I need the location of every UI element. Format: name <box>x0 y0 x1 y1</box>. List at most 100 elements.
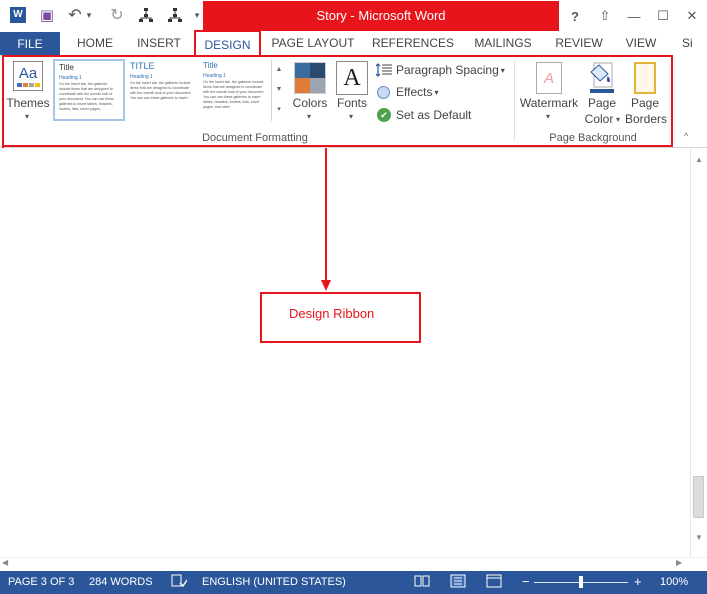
group-label-page-background: Page Background <box>549 132 637 144</box>
word-window: W ▣ ↶ ▾ ↻ ▾ Story - Microsoft Word ? ⇧ —… <box>0 0 707 594</box>
fonts-dropdown-icon[interactable]: ▾ <box>349 112 353 121</box>
ribbon-tabs: FILE HOME INSERT DESIGN PAGE LAYOUT REFE… <box>0 30 707 56</box>
themes-label[interactable]: Themes <box>6 96 50 110</box>
paragraph-spacing-dropdown-icon: ▾ <box>500 65 505 75</box>
style-set-heading: Heading 1 <box>59 75 82 81</box>
color-swatch <box>295 78 310 93</box>
minimize-icon[interactable]: — <box>621 5 647 27</box>
group-separator <box>514 61 515 141</box>
tab-references[interactable]: REFERENCES <box>370 32 456 54</box>
page-borders-label-2[interactable]: Borders <box>624 112 668 126</box>
maximize-icon[interactable]: ☐ <box>650 5 676 27</box>
web-layout-icon[interactable] <box>486 574 502 591</box>
effects-dropdown-icon: ▾ <box>434 87 439 97</box>
collapse-ribbon-icon[interactable]: ^ <box>684 131 688 141</box>
style-set-body: On the Insert tab, the galleries include… <box>59 82 115 111</box>
page-color-dropdown-icon[interactable]: ▾ <box>616 115 620 124</box>
effects-button[interactable]: Effects ▾ <box>376 82 438 102</box>
watermark-icon[interactable]: A <box>536 62 562 94</box>
themes-icon[interactable]: Aa <box>13 61 43 91</box>
paragraph-spacing-label: Paragraph Spacing <box>396 63 499 77</box>
tab-home[interactable]: HOME <box>68 32 122 54</box>
color-swatch <box>310 78 325 93</box>
sign-in-link[interactable]: Si <box>682 32 707 54</box>
watermark-label[interactable]: Watermark <box>518 96 580 110</box>
group-label-document-formatting: Document Formatting <box>202 132 308 144</box>
org-chart-icon[interactable] <box>137 6 155 24</box>
color-swatch <box>310 63 325 78</box>
vertical-scrollbar[interactable]: ▲ ▼ <box>690 148 707 557</box>
theme-swatch <box>23 83 28 87</box>
checkmark-icon: ✔ <box>377 108 391 122</box>
set-as-default-button[interactable]: ✔ Set as Default <box>376 105 471 125</box>
fonts-label[interactable]: Fonts <box>331 96 373 110</box>
annotation-callout: Design Ribbon <box>260 292 421 343</box>
undo-dropdown-icon[interactable]: ▾ <box>84 6 94 24</box>
language[interactable]: ENGLISH (UNITED STATES) <box>202 576 346 588</box>
tab-page-layout[interactable]: PAGE LAYOUT <box>266 32 360 54</box>
page-color-label-1[interactable]: Page <box>582 96 622 110</box>
scroll-thumb[interactable] <box>693 476 704 518</box>
style-set-title: TITLE <box>130 61 155 71</box>
horizontal-scrollbar[interactable]: ◀ ▶ <box>0 557 707 570</box>
scroll-right-icon[interactable]: ▶ <box>676 558 682 567</box>
zoom-slider-thumb[interactable] <box>579 576 583 588</box>
tab-design[interactable]: DESIGN <box>194 30 261 56</box>
word-count[interactable]: 284 WORDS <box>89 576 153 588</box>
tab-review[interactable]: REVIEW <box>550 32 608 54</box>
redo-icon[interactable]: ↻ <box>108 6 126 24</box>
page-color-icon[interactable] <box>588 62 616 94</box>
zoom-level[interactable]: 100% <box>660 576 688 588</box>
proofing-icon[interactable] <box>171 574 188 591</box>
tab-view[interactable]: VIEW <box>618 32 664 54</box>
tab-insert[interactable]: INSERT <box>130 32 188 54</box>
paragraph-spacing-icon <box>376 62 392 78</box>
title-bar: W ▣ ↶ ▾ ↻ ▾ Story - Microsoft Word ? ⇧ —… <box>0 0 707 32</box>
theme-swatch <box>29 83 34 87</box>
save-icon[interactable]: ▣ <box>38 6 56 24</box>
window-title: Story - Microsoft Word <box>316 8 446 23</box>
close-icon[interactable]: ✕ <box>679 5 705 27</box>
watermark-dropdown-icon[interactable]: ▾ <box>546 112 550 121</box>
colors-dropdown-icon[interactable]: ▾ <box>307 112 311 121</box>
scroll-down-icon[interactable]: ▼ <box>691 530 707 544</box>
gallery-more-icon[interactable]: ▾ <box>272 99 286 119</box>
scroll-up-icon[interactable]: ▲ <box>691 152 707 166</box>
undo-icon[interactable]: ↶ <box>66 6 84 24</box>
theme-swatch <box>35 83 40 87</box>
gallery-down-icon[interactable]: ▼ <box>272 79 286 99</box>
paragraph-spacing-button[interactable]: Paragraph Spacing ▾ <box>376 60 505 80</box>
style-set-item[interactable]: TITLE Heading 1 On the Insert tab, the g… <box>126 59 198 121</box>
print-layout-icon[interactable] <box>450 574 466 591</box>
tab-file[interactable]: FILE <box>0 32 60 56</box>
page-borders-icon[interactable] <box>634 62 656 94</box>
read-mode-icon[interactable] <box>414 574 430 591</box>
theme-swatch <box>17 83 22 87</box>
customize-qat-icon[interactable]: ▾ <box>192 6 202 24</box>
style-set-body: On the Insert tab, the galleries include… <box>130 81 192 100</box>
style-set-item[interactable]: Title Heading 1 On the Insert tab, the g… <box>199 59 271 121</box>
page-borders-label-1[interactable]: Page <box>626 96 664 110</box>
scroll-left-icon[interactable]: ◀ <box>2 558 8 567</box>
ribbon-display-options-icon[interactable]: ⇧ <box>592 5 618 27</box>
themes-icon-text: Aa <box>18 65 38 82</box>
zoom-in-button[interactable]: + <box>634 574 642 589</box>
help-icon[interactable]: ? <box>562 5 588 27</box>
tab-mailings[interactable]: MAILINGS <box>468 32 538 54</box>
callout-label: Design Ribbon <box>289 306 375 321</box>
page-count[interactable]: PAGE 3 OF 3 <box>8 576 74 588</box>
themes-dropdown-icon[interactable]: ▾ <box>25 112 29 121</box>
word-logo-icon: W <box>9 6 27 24</box>
style-set-item[interactable]: Title Heading 1 On the Insert tab, the g… <box>53 59 125 121</box>
gallery-up-icon[interactable]: ▲ <box>272 59 286 79</box>
org-chart-icon-2[interactable] <box>166 6 184 24</box>
page-color-label-2[interactable]: Color <box>580 112 618 126</box>
set-as-default-label: Set as Default <box>396 108 472 122</box>
colors-icon[interactable] <box>294 62 326 94</box>
document-canvas[interactable] <box>0 148 690 557</box>
zoom-out-button[interactable]: − <box>522 574 530 589</box>
style-set-body: On the Insert tab, the galleries include… <box>203 80 265 109</box>
fonts-icon[interactable]: A <box>336 61 368 95</box>
colors-label[interactable]: Colors <box>288 96 332 110</box>
style-set-title: Title <box>203 61 218 70</box>
